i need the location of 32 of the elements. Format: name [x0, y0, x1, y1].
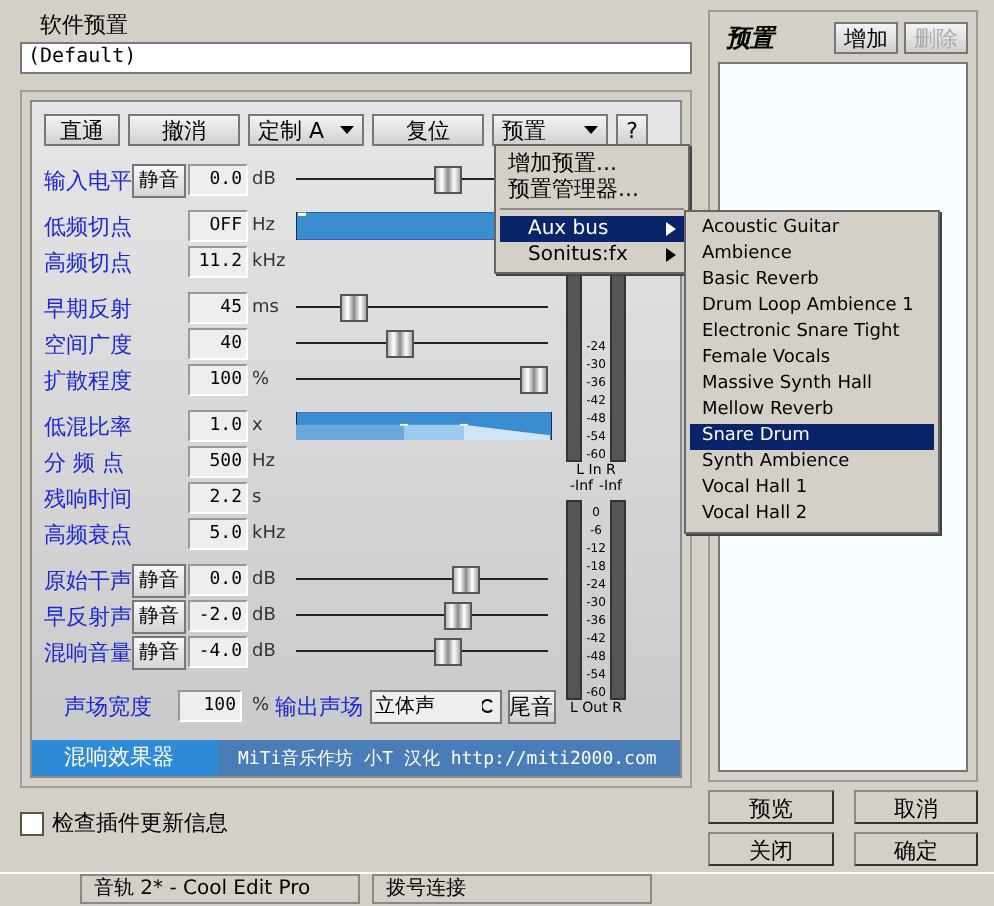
- unit-label: s: [250, 488, 264, 508]
- unit-label: %: [250, 370, 272, 390]
- unit-label: Hz: [250, 216, 277, 236]
- unit-label: %: [250, 696, 270, 716]
- parameter-label: 扩散程度: [44, 365, 132, 395]
- unit-label: Hz: [250, 452, 277, 472]
- field-label: 软件预置: [38, 10, 130, 42]
- unit-label: x: [250, 416, 265, 436]
- panel-title: 预置: [724, 21, 779, 55]
- unit-label: dB: [250, 570, 278, 590]
- parameter-label: 高频衰点: [44, 519, 132, 549]
- parameter-label: 原始干声: [44, 565, 132, 595]
- unit-label: kHz: [250, 252, 288, 272]
- parameter-label: 空间广度: [44, 329, 132, 359]
- parameter-label: 混响音量: [44, 637, 132, 667]
- parameter-label: 低混比率: [44, 411, 132, 441]
- checkbox-label: 检查插件更新信息: [52, 808, 228, 838]
- parameter-label: 早期反射: [44, 293, 132, 323]
- parameter-label: 分 频 点: [44, 447, 126, 477]
- parameter-label: 早反射声: [44, 601, 132, 631]
- parameter-label: 输出声场: [275, 691, 364, 721]
- unit-label: ms: [250, 298, 281, 318]
- unit-label: dB: [250, 642, 278, 662]
- unit-label: dB: [250, 606, 278, 626]
- unit-label: kHz: [250, 524, 288, 544]
- parameter-label: 输入电平: [44, 165, 132, 195]
- parameter-label: 低频切点: [44, 211, 132, 241]
- parameter-label: 残响时间: [44, 483, 132, 513]
- parameter-label: 声场宽度: [62, 691, 154, 721]
- parameter-label: 高频切点: [44, 247, 132, 277]
- unit-label: dB: [250, 170, 278, 190]
- credit-text: MiTi音乐作坊 小T 汉化 http://miti2000.com: [236, 747, 657, 771]
